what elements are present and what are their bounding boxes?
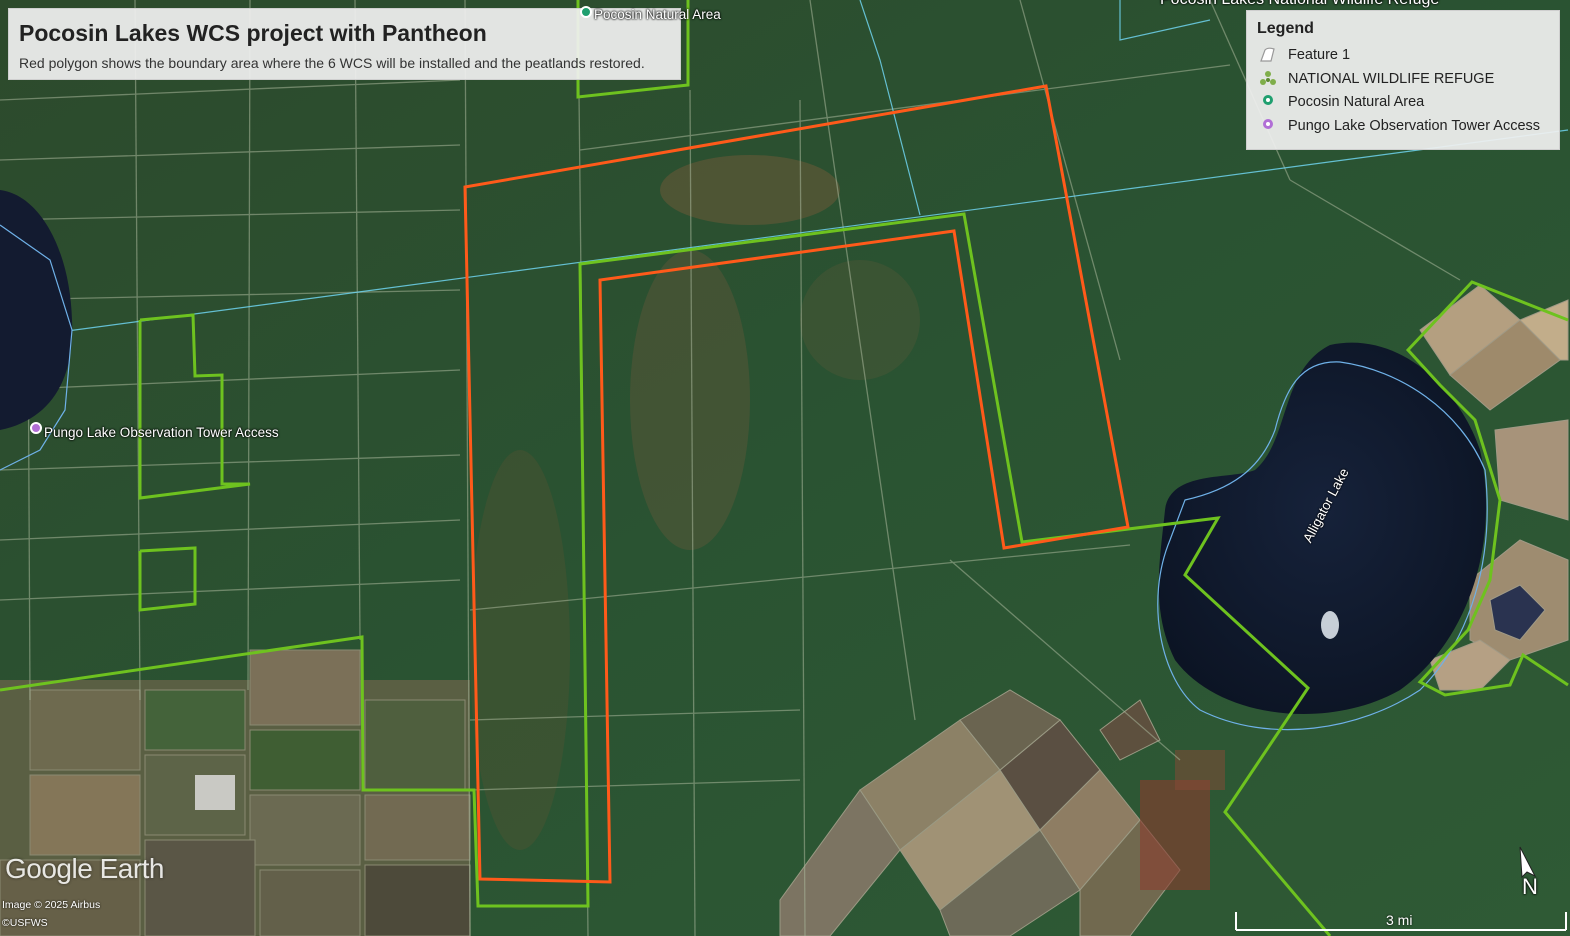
place-marker-icon [1259, 117, 1277, 135]
legend-label: Pocosin Natural Area [1288, 94, 1425, 110]
google-earth-watermark: Google Earth [5, 853, 165, 884]
vegetation-patch [800, 260, 920, 380]
legend-item-pocosin-natural-area[interactable]: Pocosin Natural Area [1259, 91, 1424, 113]
scale-bar-label: 3 mi [1386, 912, 1413, 928]
label-pungo-tower[interactable]: Pungo Lake Observation Tower Access [44, 425, 279, 440]
dots-cluster-icon [1259, 70, 1277, 88]
label-refuge-top[interactable]: Pocosin Lakes National Wildlife Refuge [1160, 0, 1439, 9]
vegetation-patch [660, 155, 840, 225]
legend-label: NATIONAL WILDLIFE REFUGE [1288, 71, 1495, 87]
map-subtitle: Red polygon shows the boundary area wher… [19, 55, 645, 71]
image-credit: Image © 2025 Airbus [2, 899, 101, 911]
legend-label: Pungo Lake Observation Tower Access [1288, 118, 1541, 134]
map-title-box: Pocosin Lakes WCS project with Pantheon … [8, 8, 681, 80]
pocosin-marker-icon[interactable] [580, 6, 592, 18]
polygon-outline-icon [1259, 46, 1277, 64]
legend-panel: Legend Feature 1 NATIONAL WILDLIFE REFUG… [1246, 10, 1560, 150]
building [195, 775, 235, 810]
legend-label: Feature 1 [1288, 47, 1351, 63]
legend-item-feature-1[interactable]: Feature 1 [1259, 44, 1350, 66]
vegetation-patch [630, 250, 750, 550]
label-pocosin-natural-area[interactable]: Pocosin Natural Area [594, 7, 721, 22]
place-marker-icon [1259, 93, 1277, 111]
cloud [1321, 611, 1339, 639]
map-title: Pocosin Lakes WCS project with Pantheon [19, 20, 487, 46]
legend-title: Legend [1257, 20, 1314, 37]
pungo-tower-marker-icon[interactable] [30, 422, 42, 434]
legend-item-pungo-lake-tower[interactable]: Pungo Lake Observation Tower Access [1259, 115, 1540, 137]
compass-north-label: N [1522, 874, 1538, 899]
legend-item-national-wildlife-refuge[interactable]: NATIONAL WILDLIFE REFUGE [1259, 68, 1494, 90]
data-credit: ©USFWS [2, 917, 48, 929]
